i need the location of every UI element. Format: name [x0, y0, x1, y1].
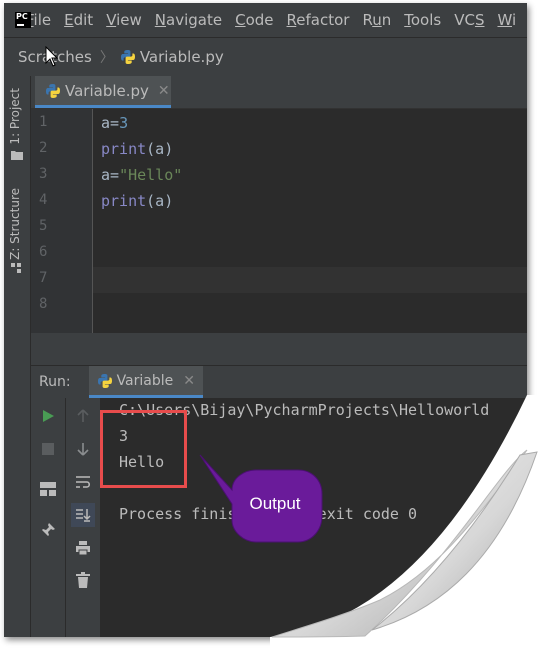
- callout-text: Output: [249, 494, 301, 513]
- page-curl: [270, 395, 541, 653]
- mouse-cursor-icon: [45, 46, 59, 67]
